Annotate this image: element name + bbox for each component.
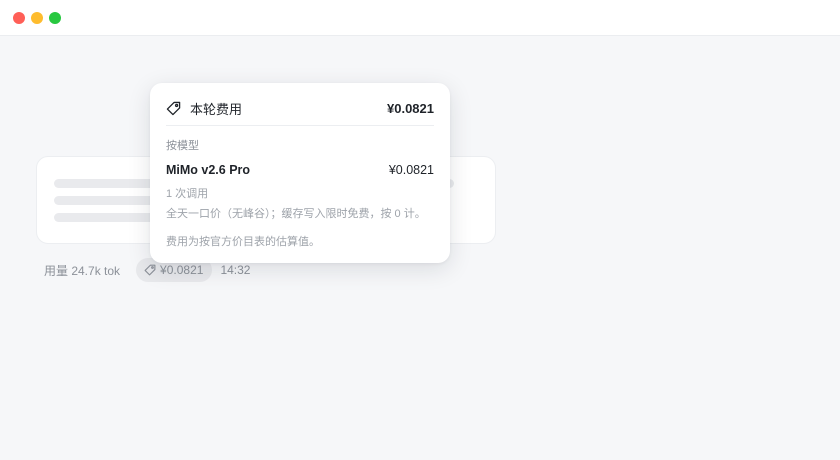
popover-title: 本轮费用 bbox=[190, 101, 243, 117]
tag-icon bbox=[144, 264, 156, 276]
tag-icon bbox=[166, 101, 181, 115]
model-pricing-note: 全天一口价（无峰谷）；缓存写入限时免费，按 0 计。 bbox=[166, 208, 426, 220]
minimize-window-button[interactable] bbox=[31, 12, 43, 24]
close-window-button[interactable] bbox=[13, 12, 25, 24]
usage-text: 用量 24.7k tok bbox=[44, 263, 121, 278]
model-name: MiMo v2.6 Pro bbox=[166, 163, 251, 177]
popover-header: 本轮费用 ¥0.0821 bbox=[166, 97, 434, 119]
section-label: 按模型 bbox=[166, 140, 199, 152]
maximize-window-button[interactable] bbox=[49, 12, 61, 24]
popover-footnote: 费用为按官方价目表的估算值。 bbox=[166, 236, 320, 248]
popover-total: ¥0.0821 bbox=[387, 100, 434, 116]
message-time: 14:32 bbox=[220, 263, 251, 277]
title-bar bbox=[0, 0, 840, 36]
model-row: MiMo v2.6 Pro ¥0.0821 bbox=[166, 163, 434, 177]
divider bbox=[166, 125, 434, 126]
cost-chip-amount: ¥0.0821 bbox=[160, 263, 204, 277]
model-cost: ¥0.0821 bbox=[388, 163, 434, 177]
cost-popover: 本轮费用 ¥0.0821 按模型 MiMo v2.6 Pro ¥0.0821 1… bbox=[150, 83, 450, 263]
model-calls: 1 次调用 bbox=[166, 188, 209, 200]
